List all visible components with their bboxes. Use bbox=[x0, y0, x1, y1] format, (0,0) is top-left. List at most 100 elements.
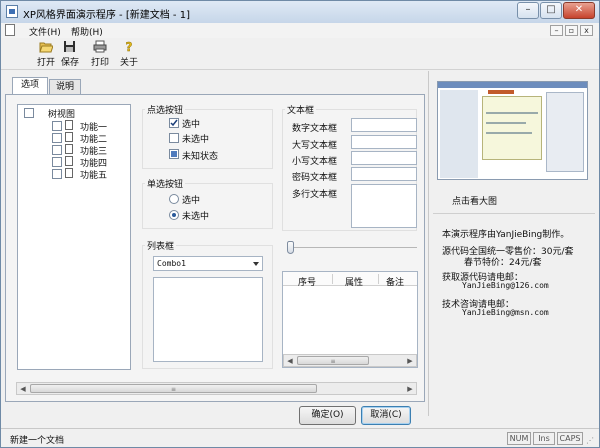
app-icon[interactable] bbox=[6, 5, 18, 18]
combo-box[interactable]: Combo1 bbox=[153, 256, 263, 271]
list-view[interactable]: 序号 属性 备注 ◀ ≡ ▶ bbox=[282, 271, 418, 368]
checkbox-group-title: 点选按钮 bbox=[145, 103, 186, 116]
info-author: 本演示程序由YanJieBing制作。 bbox=[442, 230, 570, 240]
preview-thumbnail[interactable] bbox=[437, 81, 588, 180]
info-special-price: 春节特价：24元/套 bbox=[464, 258, 542, 268]
column-header-property[interactable]: 属性 bbox=[345, 275, 363, 288]
lowercase-textbox-label: 小写文本框 bbox=[292, 157, 338, 167]
uppercase-textbox-label: 大写文本框 bbox=[292, 141, 338, 151]
scroll-left-icon[interactable]: ◀ bbox=[17, 383, 29, 394]
about-label: 关于 bbox=[119, 58, 138, 68]
grip-icon: ≡ bbox=[170, 386, 177, 393]
radio-unselected-option[interactable] bbox=[169, 210, 179, 220]
panel-scrollbar[interactable]: ◀ ≡ ▶ bbox=[16, 382, 417, 395]
cancel-button[interactable]: 取消(C) bbox=[361, 406, 411, 425]
save-button[interactable]: 保存 bbox=[58, 40, 82, 68]
tab-description[interactable]: 说明 bbox=[49, 79, 81, 95]
column-divider[interactable] bbox=[332, 274, 333, 284]
vertical-separator bbox=[428, 71, 429, 416]
password-textbox-label: 密码文本框 bbox=[292, 173, 338, 183]
minimize-button[interactable]: – bbox=[517, 2, 539, 19]
maximize-button[interactable]: □ bbox=[540, 2, 562, 19]
radio-group-title: 单选按钮 bbox=[145, 177, 186, 190]
open-button[interactable]: 打开 bbox=[34, 40, 58, 68]
info-support-email[interactable]: YanJieBing@msn.com bbox=[462, 308, 549, 317]
thumb-titlebar bbox=[438, 82, 587, 88]
about-button[interactable]: ? 关于 bbox=[117, 40, 141, 68]
numeric-textbox[interactable] bbox=[351, 118, 417, 132]
document-icon bbox=[65, 156, 73, 166]
thumb-panel bbox=[546, 92, 584, 172]
tree-item-checkbox[interactable] bbox=[52, 145, 62, 155]
thumb-line bbox=[486, 112, 538, 114]
tree-root-checkbox[interactable] bbox=[24, 108, 34, 118]
column-divider[interactable] bbox=[378, 274, 379, 284]
document-icon bbox=[65, 120, 73, 130]
title-bar[interactable]: XP风格界面演示程序 - [新建文档 - 1] – □ ✕ bbox=[1, 1, 599, 23]
list-view-scrollbar[interactable]: ◀ ≡ ▶ bbox=[283, 354, 417, 367]
scroll-right-icon[interactable]: ▶ bbox=[404, 355, 416, 366]
tab-options[interactable]: 选项 bbox=[12, 77, 48, 95]
numeric-textbox-label: 数字文本框 bbox=[292, 124, 338, 134]
thumb-sidebar bbox=[440, 90, 478, 178]
slider-track[interactable] bbox=[287, 247, 417, 248]
radio-unselected-option-label: 未选中 bbox=[182, 212, 210, 222]
document-icon[interactable] bbox=[5, 24, 15, 36]
scroll-right-icon[interactable]: ▶ bbox=[404, 383, 416, 394]
menu-help[interactable]: 帮助(H) bbox=[71, 25, 103, 38]
svg-text:?: ? bbox=[126, 40, 133, 53]
scrollbar-thumb[interactable]: ≡ bbox=[30, 384, 317, 393]
info-source-email[interactable]: YanJieBing@126.com bbox=[462, 281, 549, 290]
checkmark-icon bbox=[170, 119, 178, 127]
checkbox-unchecked-label: 未选中 bbox=[182, 135, 210, 145]
preview-caption: 点击看大图 bbox=[452, 197, 498, 207]
window-title: XP风格界面演示程序 - [新建文档 - 1] bbox=[23, 10, 190, 21]
scrollbar-thumb[interactable]: ≡ bbox=[297, 356, 369, 365]
checkbox-indeterminate[interactable] bbox=[169, 149, 179, 159]
uppercase-textbox[interactable] bbox=[351, 135, 417, 149]
column-header-note[interactable]: 备注 bbox=[386, 275, 404, 288]
multiline-textbox[interactable] bbox=[351, 184, 417, 228]
indeterminate-mark bbox=[171, 151, 177, 157]
ok-button[interactable]: 确定(O) bbox=[299, 406, 356, 425]
scroll-left-icon[interactable]: ◀ bbox=[284, 355, 296, 366]
combo-box-value: Combo1 bbox=[157, 259, 186, 268]
tree-view[interactable]: 树视图 功能一 功能二 功能三 功能四 功能五 bbox=[17, 104, 131, 370]
checkbox-unchecked[interactable] bbox=[169, 133, 179, 143]
caps-lock-indicator: CAPS bbox=[557, 432, 583, 445]
dropdown-arrow-icon[interactable] bbox=[253, 262, 259, 266]
thumb-line bbox=[486, 132, 532, 134]
column-header-index[interactable]: 序号 bbox=[298, 275, 316, 288]
password-textbox[interactable] bbox=[351, 167, 417, 181]
menu-bar: 文件(H) 帮助(H) – ▫ x bbox=[1, 23, 599, 38]
mdi-restore-button[interactable]: ▫ bbox=[565, 25, 578, 36]
folder-open-icon bbox=[39, 40, 54, 53]
lowercase-textbox[interactable] bbox=[351, 151, 417, 165]
num-lock-indicator: NUM bbox=[507, 432, 531, 445]
close-button[interactable]: ✕ bbox=[563, 2, 595, 19]
tree-item-checkbox[interactable] bbox=[52, 121, 62, 131]
grip-icon: ≡ bbox=[330, 358, 336, 365]
tree-item-checkbox[interactable] bbox=[52, 157, 62, 167]
thumb-highlight bbox=[488, 90, 514, 94]
listbox-group-title: 列表框 bbox=[145, 239, 177, 252]
radio-selected-option[interactable] bbox=[169, 194, 179, 204]
open-label: 打开 bbox=[36, 58, 55, 68]
print-button[interactable]: 打印 bbox=[88, 40, 112, 68]
tree-item-checkbox[interactable] bbox=[52, 169, 62, 179]
thumb-dialog bbox=[482, 96, 542, 160]
tree-root-label: 树视图 bbox=[48, 110, 76, 120]
tree-item-checkbox[interactable] bbox=[52, 133, 62, 143]
mdi-close-button[interactable]: x bbox=[580, 25, 593, 36]
checkbox-checked[interactable] bbox=[169, 118, 179, 128]
printer-icon bbox=[93, 40, 107, 53]
slider-thumb[interactable] bbox=[287, 241, 294, 254]
print-label: 打印 bbox=[90, 58, 109, 68]
document-icon bbox=[65, 144, 73, 154]
mdi-minimize-button[interactable]: – bbox=[550, 25, 563, 36]
multiline-textbox-label: 多行文本框 bbox=[292, 190, 338, 200]
main-window: XP风格界面演示程序 - [新建文档 - 1] – □ ✕ 文件(H) 帮助(H… bbox=[0, 0, 600, 448]
list-box[interactable] bbox=[153, 277, 263, 362]
menu-file[interactable]: 文件(H) bbox=[29, 25, 61, 38]
resize-grip-icon[interactable]: ⋰ bbox=[586, 436, 596, 446]
